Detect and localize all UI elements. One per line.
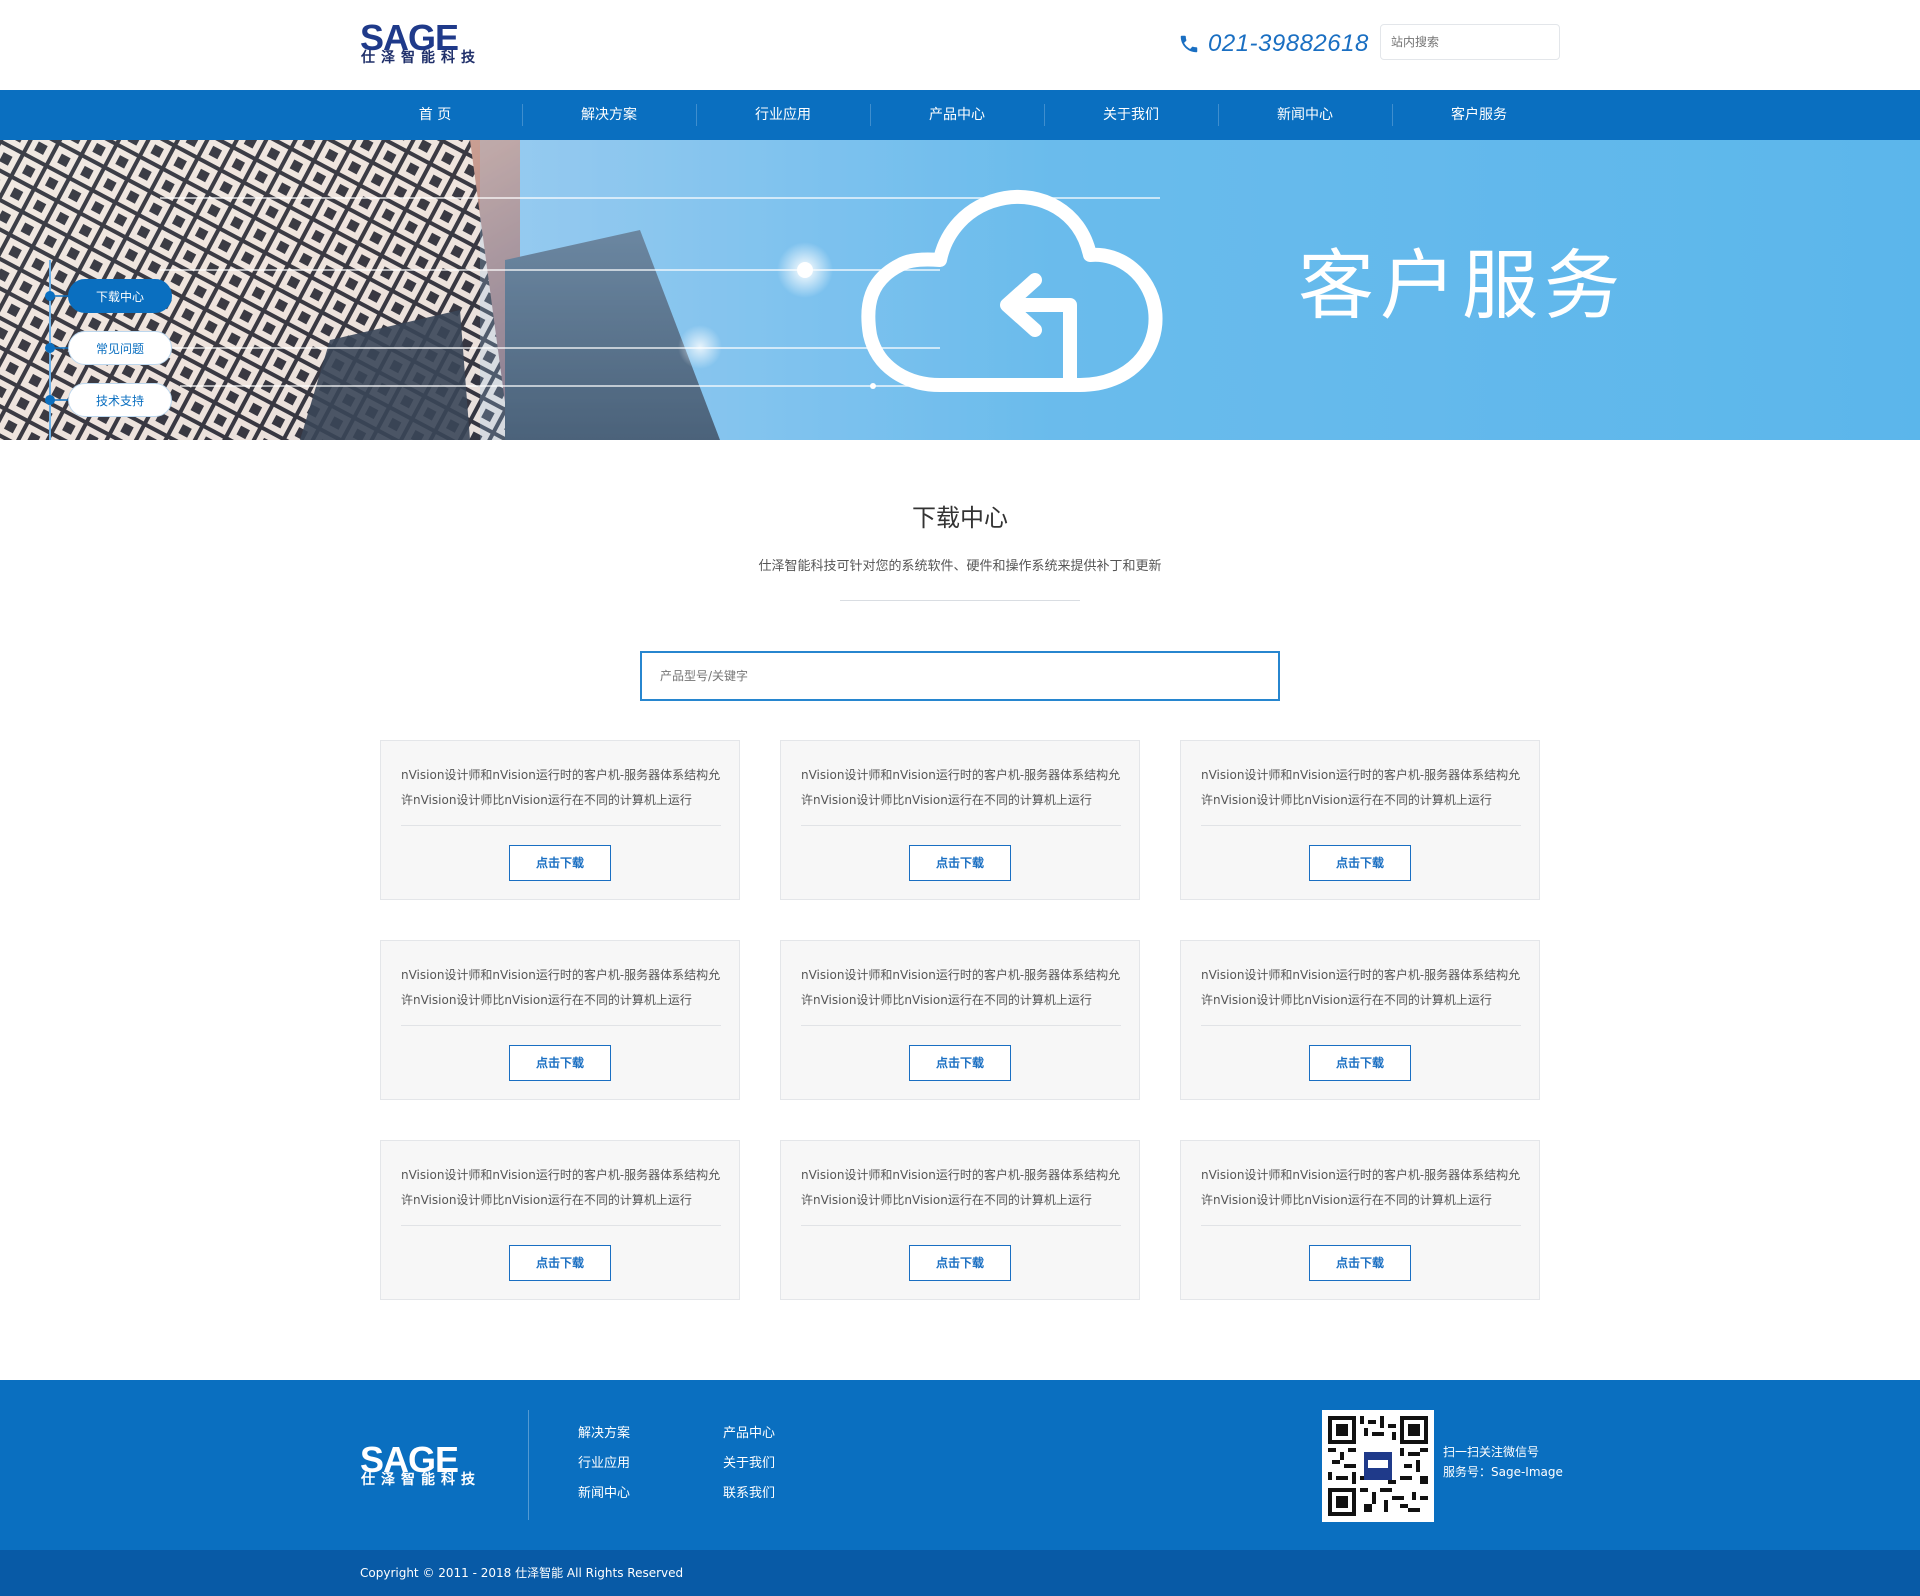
main-nav: 首 页 解决方案 行业应用 产品中心 关于我们 新闻中心 客户服务 xyxy=(0,90,1920,140)
download-card: nVision设计师和nVision运行时的客户机-服务器体系结构允许nVisi… xyxy=(380,940,740,1100)
download-card: nVision设计师和nVision运行时的客户机-服务器体系结构允许nVisi… xyxy=(780,740,1140,900)
download-button[interactable]: 点击下载 xyxy=(909,1245,1011,1281)
section-subtitle: 仕泽智能科技可针对您的系统软件、硬件和操作系统来提供补丁和更新 xyxy=(758,559,1162,574)
card-divider xyxy=(401,1025,721,1026)
hero-banner: 客户服务 下载中心 常见问题 技术支持 xyxy=(0,140,1920,440)
card-divider xyxy=(801,1025,1121,1026)
qr-caption: 扫一扫关注微信号 服务号：Sage-Image xyxy=(1443,1442,1563,1482)
footer-logo[interactable]: SAGE 仕泽智能科技 xyxy=(360,1442,480,1490)
download-button[interactable]: 点击下载 xyxy=(1309,1245,1411,1281)
banner-title: 客户服务 xyxy=(1298,241,1626,330)
side-menu-support[interactable]: 技术支持 xyxy=(68,383,172,417)
footer-divider xyxy=(528,1410,529,1520)
site-logo[interactable]: SAGE 仕泽智能科技 xyxy=(360,20,480,68)
download-card: nVision设计师和nVision运行时的客户机-服务器体系结构允许nVisi… xyxy=(780,940,1140,1100)
nav-item-home[interactable]: 首 页 xyxy=(348,90,522,140)
footer-link-about[interactable]: 关于我们 xyxy=(723,1454,843,1474)
nav-item-about[interactable]: 关于我们 xyxy=(1044,90,1218,140)
download-card: nVision设计师和nVision运行时的客户机-服务器体系结构允许nVisi… xyxy=(1180,740,1540,900)
download-card-description: nVision设计师和nVision运行时的客户机-服务器体系结构允许nVisi… xyxy=(801,968,1121,1007)
download-button[interactable]: 点击下载 xyxy=(509,1045,611,1081)
download-card: nVision设计师和nVision运行时的客户机-服务器体系结构允许nVisi… xyxy=(380,740,740,900)
copyright-bar: Copyright © 2011 - 2018 仕泽智能 All Rights … xyxy=(0,1550,1920,1596)
download-card-description: nVision设计师和nVision运行时的客户机-服务器体系结构允许nVisi… xyxy=(1201,968,1521,1007)
card-divider xyxy=(1201,1025,1521,1026)
download-button[interactable]: 点击下载 xyxy=(909,845,1011,881)
card-divider xyxy=(801,825,1121,826)
download-card: nVision设计师和nVision运行时的客户机-服务器体系结构允许nVisi… xyxy=(780,1140,1140,1300)
download-card: nVision设计师和nVision运行时的客户机-服务器体系结构允许nVisi… xyxy=(1180,1140,1540,1300)
site-search-input[interactable] xyxy=(1380,24,1560,60)
download-card-description: nVision设计师和nVision运行时的客户机-服务器体系结构允许nVisi… xyxy=(1201,1168,1521,1207)
nav-item-products[interactable]: 产品中心 xyxy=(870,90,1044,140)
download-card-description: nVision设计师和nVision运行时的客户机-服务器体系结构允许nVisi… xyxy=(801,1168,1121,1207)
download-card: nVision设计师和nVision运行时的客户机-服务器体系结构允许nVisi… xyxy=(380,1140,740,1300)
download-card-description: nVision设计师和nVision运行时的客户机-服务器体系结构允许nVisi… xyxy=(1201,768,1521,807)
banner-artwork xyxy=(0,140,1920,440)
download-card-description: nVision设计师和nVision运行时的客户机-服务器体系结构允许nVisi… xyxy=(401,968,721,1007)
section-divider xyxy=(840,600,1080,601)
footer-link-news[interactable]: 新闻中心 xyxy=(578,1484,698,1504)
footer-link-industry[interactable]: 行业应用 xyxy=(578,1454,698,1474)
nav-item-news[interactable]: 新闻中心 xyxy=(1218,90,1392,140)
logo-subtitle: 仕泽智能科技 xyxy=(361,50,481,66)
footer-link-products[interactable]: 产品中心 xyxy=(723,1424,843,1444)
phone-number: 021-39882618 xyxy=(1208,30,1369,57)
download-card-description: nVision设计师和nVision运行时的客户机-服务器体系结构允许nVisi… xyxy=(801,768,1121,807)
footer-link-contact[interactable]: 联系我们 xyxy=(723,1484,843,1504)
qr-caption-line-1: 扫一扫关注微信号 xyxy=(1443,1445,1540,1459)
phone-contact: 021-39882618 xyxy=(1178,28,1369,60)
card-divider xyxy=(1201,1225,1521,1226)
wechat-qr xyxy=(1322,1410,1434,1522)
download-card-grid: nVision设计师和nVision运行时的客户机-服务器体系结构允许nVisi… xyxy=(380,740,1540,1300)
download-button[interactable]: 点击下载 xyxy=(1309,1045,1411,1081)
site-footer: SAGE 仕泽智能科技 解决方案 产品中心 行业应用 关于我们 新闻中心 联系我… xyxy=(0,1380,1920,1550)
download-button[interactable]: 点击下载 xyxy=(909,1045,1011,1081)
download-card-description: nVision设计师和nVision运行时的客户机-服务器体系结构允许nVisi… xyxy=(401,768,721,807)
qr-caption-line-2: 服务号：Sage-Image xyxy=(1443,1465,1563,1479)
card-divider xyxy=(1201,825,1521,826)
download-card-description: nVision设计师和nVision运行时的客户机-服务器体系结构允许nVisi… xyxy=(401,1168,721,1207)
side-menu-faq[interactable]: 常见问题 xyxy=(68,331,172,365)
download-card: nVision设计师和nVision运行时的客户机-服务器体系结构允许nVisi… xyxy=(1180,940,1540,1100)
phone-icon xyxy=(1180,35,1198,53)
card-divider xyxy=(801,1225,1121,1226)
section-title: 下载中心 xyxy=(912,504,1008,532)
footer-link-solutions[interactable]: 解决方案 xyxy=(578,1424,698,1444)
card-divider xyxy=(401,825,721,826)
qr-code-icon xyxy=(1328,1416,1428,1516)
nav-item-service[interactable]: 客户服务 xyxy=(1392,90,1566,140)
download-button[interactable]: 点击下载 xyxy=(509,1245,611,1281)
copyright-text: Copyright © 2011 - 2018 仕泽智能 All Rights … xyxy=(360,1566,684,1580)
side-menu-download[interactable]: 下载中心 xyxy=(68,279,172,313)
site-header: SAGE 仕泽智能科技 021-39882618 xyxy=(0,0,1920,90)
nav-item-solutions[interactable]: 解决方案 xyxy=(522,90,696,140)
download-button[interactable]: 点击下载 xyxy=(509,845,611,881)
nav-item-industry[interactable]: 行业应用 xyxy=(696,90,870,140)
card-divider xyxy=(401,1225,721,1226)
footer-logo-subtitle: 仕泽智能科技 xyxy=(361,1472,481,1488)
download-button[interactable]: 点击下载 xyxy=(1309,845,1411,881)
product-search-input[interactable] xyxy=(640,651,1280,701)
